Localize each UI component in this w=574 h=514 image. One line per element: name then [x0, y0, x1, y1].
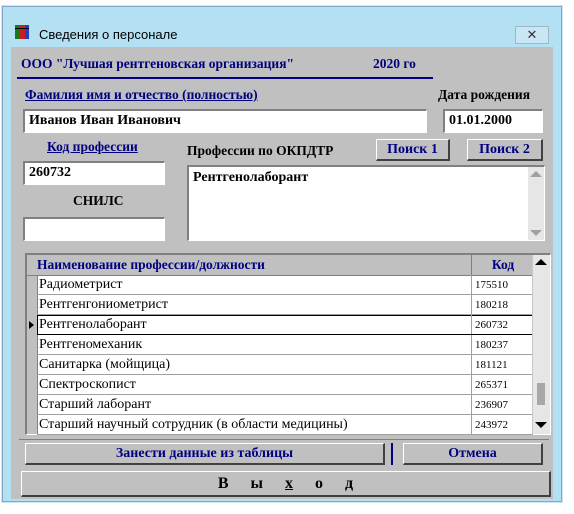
- profession-code-field[interactable]: 260732: [23, 161, 165, 185]
- profession-code-label: Код профессии: [47, 139, 138, 154]
- okpdtr-memo[interactable]: Рентгенолаборант: [187, 165, 545, 241]
- dob-label: Дата рождения: [438, 87, 531, 102]
- app-icon: [15, 25, 29, 39]
- dob-field[interactable]: 01.01.2000: [443, 109, 543, 133]
- row-name-cell: Рентгеномеханик: [39, 337, 143, 352]
- table-row[interactable]: Радиометрист 175510: [37, 275, 533, 295]
- snils-field[interactable]: [23, 217, 165, 241]
- window-title: Сведения о персонале: [39, 27, 178, 42]
- okpdtr-label: Профессии по ОКПДТР: [187, 143, 334, 158]
- scrollbar-thumb[interactable]: [537, 383, 545, 405]
- form-body: ООО "Лучшая рентгеновская организация" 2…: [11, 47, 553, 499]
- row-code-cell: 236907: [471, 395, 533, 414]
- row-name-cell: Старший научный сотрудник (в области мед…: [39, 417, 348, 432]
- memo-scrollbar[interactable]: [528, 167, 544, 240]
- scroll-up-arrow-icon[interactable]: [535, 259, 547, 265]
- row-code-cell: 260732: [471, 315, 533, 334]
- column-header-code[interactable]: Код: [471, 255, 534, 275]
- exit-letter: В: [217, 475, 229, 492]
- row-name-cell: Старший лаборант: [39, 397, 152, 412]
- header-divider: [17, 77, 433, 79]
- row-name-cell: Рентгенгониометрист: [39, 297, 168, 312]
- exit-letter: д: [345, 475, 354, 492]
- row-code-cell: 181121: [471, 355, 533, 374]
- table-scrollbar[interactable]: [532, 255, 550, 434]
- row-pointer-icon: [29, 321, 34, 329]
- exit-letter: о: [315, 475, 324, 492]
- search2-button[interactable]: Поиск 2: [467, 139, 543, 161]
- snils-label: СНИЛС: [73, 193, 124, 208]
- import-from-table-button[interactable]: Занести данные из таблицы: [25, 443, 385, 465]
- dialog-window: Сведения о персонале ✕ ООО "Лучшая рентг…: [2, 6, 562, 502]
- close-button[interactable]: ✕: [515, 26, 549, 44]
- row-code-cell: 180237: [471, 335, 533, 354]
- exit-letter-hotkey: х: [285, 475, 294, 492]
- buttons-divider: [19, 439, 549, 440]
- table-row[interactable]: Старший научный сотрудник (в области мед…: [37, 415, 533, 435]
- row-name-cell: Радиометрист: [39, 277, 123, 292]
- scroll-down-arrow-icon[interactable]: [535, 422, 547, 428]
- close-icon: ✕: [526, 27, 538, 42]
- fio-label: Фамилия имя и отчество (полностью): [25, 87, 258, 102]
- fio-field[interactable]: Иванов Иван Иванович: [23, 109, 427, 133]
- scroll-up-arrow-icon[interactable]: [530, 171, 542, 177]
- row-code-cell: 265371: [471, 375, 533, 394]
- report-year: 2020 го: [373, 56, 416, 71]
- column-header-name[interactable]: Наименование профессии/должности: [37, 257, 265, 273]
- table-row[interactable]: Спектроскопист 265371: [37, 375, 533, 395]
- exit-button[interactable]: В ы х о д: [21, 471, 551, 497]
- row-name-cell: Спектроскопист: [39, 377, 136, 392]
- table-row[interactable]: Рентгенолаборант 260732: [37, 315, 533, 335]
- profession-table[interactable]: Наименование профессии/должности Код Рад…: [25, 253, 551, 435]
- org-name: ООО "Лучшая рентгеновская организация": [21, 56, 295, 71]
- cancel-button[interactable]: Отмена: [403, 443, 543, 465]
- table-row[interactable]: Рентгенгониометрист 180218: [37, 295, 533, 315]
- row-name-cell: Рентгенолаборант: [39, 317, 147, 332]
- row-code-cell: 175510: [471, 275, 533, 294]
- button-separator: [391, 443, 393, 465]
- table-row[interactable]: Рентгеномеханик 180237: [37, 335, 533, 355]
- exit-letter: ы: [250, 475, 264, 492]
- table-row[interactable]: Старший лаборант 236907: [37, 395, 533, 415]
- title-bar: Сведения о персонале ✕: [3, 7, 561, 44]
- row-name-cell: Санитарка (мойщица): [39, 357, 170, 372]
- row-code-cell: 243972: [471, 415, 533, 434]
- table-row[interactable]: Санитарка (мойщица) 181121: [37, 355, 533, 375]
- scroll-down-arrow-icon[interactable]: [530, 230, 542, 236]
- row-code-cell: 180218: [471, 295, 533, 314]
- memo-text: Рентгенолаборант: [193, 170, 309, 185]
- table-header: Наименование профессии/должности Код: [27, 255, 533, 276]
- search1-button[interactable]: Поиск 1: [376, 139, 450, 161]
